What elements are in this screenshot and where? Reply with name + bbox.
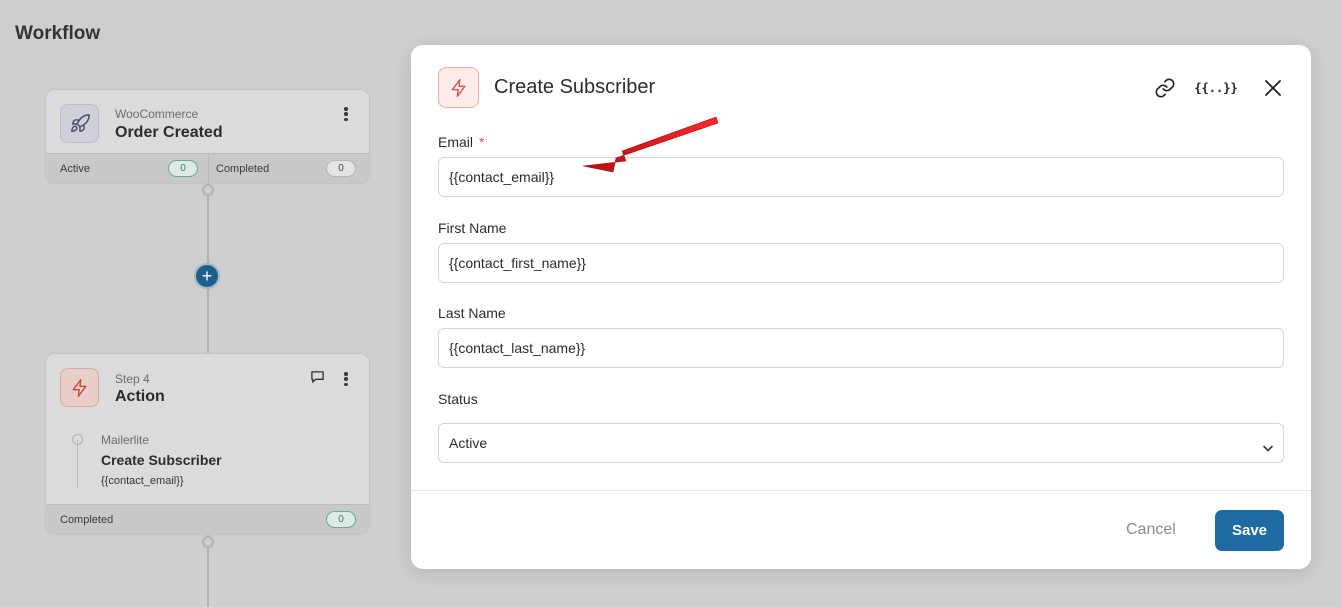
plus-icon: +: [201, 266, 213, 286]
completed-label: Completed: [216, 163, 270, 175]
footer-divider: [208, 154, 209, 183]
active-count-badge: 0: [168, 160, 198, 177]
close-icon[interactable]: [1260, 75, 1286, 101]
create-subscriber-modal: Create Subscriber {{..}} Email * First Na…: [411, 45, 1311, 569]
status-select[interactable]: Active: [438, 423, 1284, 463]
status-select-value: Active: [449, 435, 488, 451]
comment-icon[interactable]: [310, 370, 325, 389]
rocket-icon: [60, 104, 99, 143]
connector-dot: [202, 536, 214, 548]
action-node[interactable]: Step 4 Action Mailerlite Create Subscrib…: [45, 353, 370, 535]
trigger-title: Order Created: [115, 124, 223, 141]
first-name-field[interactable]: [438, 243, 1284, 283]
lightning-icon: [438, 67, 479, 108]
kebab-menu-icon[interactable]: [340, 370, 352, 388]
cancel-button[interactable]: Cancel: [1126, 521, 1176, 539]
step-label: Step 4: [115, 372, 150, 386]
email-label: Email *: [438, 134, 484, 150]
first-name-label: First Name: [438, 220, 507, 236]
add-step-button[interactable]: +: [194, 263, 220, 289]
email-label-text: Email: [438, 134, 474, 150]
modal-title: Create Subscriber: [494, 76, 656, 98]
variables-icon[interactable]: {{..}}: [1194, 75, 1237, 101]
lightning-icon: [60, 368, 99, 407]
page-title: Workflow: [15, 23, 101, 44]
sub-step-title[interactable]: Create Subscriber: [101, 452, 222, 468]
trigger-node[interactable]: WooCommerce Order Created Active 0 Compl…: [45, 89, 370, 184]
chevron-down-icon: [1263, 439, 1273, 455]
trigger-footer: Active 0 Completed 0: [46, 153, 369, 183]
active-label: Active: [60, 163, 90, 175]
required-mark: *: [479, 134, 485, 150]
email-field[interactable]: [438, 157, 1284, 197]
connector-dot: [202, 184, 214, 196]
status-label: Status: [438, 391, 478, 407]
sub-step-line: [77, 440, 78, 488]
action-footer: Completed 0: [46, 504, 369, 534]
last-name-label: Last Name: [438, 305, 506, 321]
footer-divider: [411, 490, 1311, 491]
action-title: Action: [115, 388, 165, 405]
sub-step-app: Mailerlite: [101, 433, 150, 447]
save-button[interactable]: Save: [1215, 510, 1284, 551]
completed-count-badge: 0: [326, 511, 356, 528]
link-icon[interactable]: [1152, 75, 1178, 101]
completed-label: Completed: [60, 514, 114, 526]
trigger-app-label: WooCommerce: [115, 107, 199, 121]
last-name-field[interactable]: [438, 328, 1284, 368]
completed-count-badge: 0: [326, 160, 356, 177]
sub-step-value: {{contact_email}}: [101, 475, 184, 487]
kebab-menu-icon[interactable]: [340, 105, 352, 123]
